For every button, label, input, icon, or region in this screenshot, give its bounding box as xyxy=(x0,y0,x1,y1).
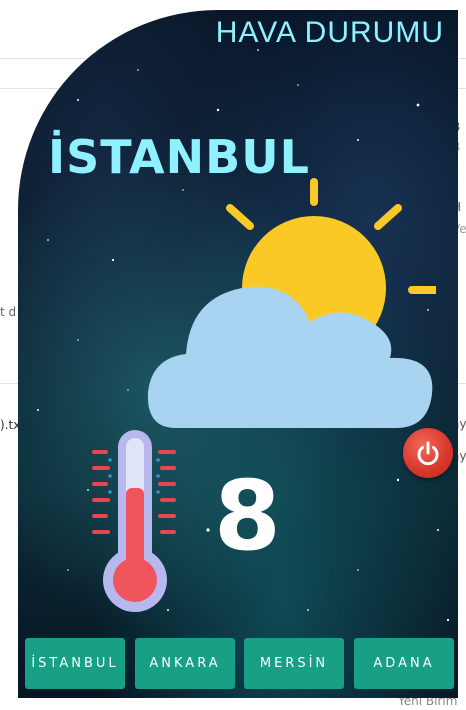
power-icon xyxy=(417,441,439,466)
app-title: HAVA DURUMU xyxy=(215,16,444,49)
temperature-value: 8 xyxy=(214,460,281,572)
city-name: İSTANBUL xyxy=(48,130,310,184)
power-button[interactable] xyxy=(403,428,453,478)
background-text: t d xyxy=(0,305,17,319)
thermometer-icon xyxy=(92,430,176,612)
city-button-mersin[interactable]: MERSİN xyxy=(244,638,344,689)
city-button-ankara[interactable]: ANKARA xyxy=(135,638,235,689)
partly-cloudy-icon xyxy=(147,178,436,428)
city-button-istanbul[interactable]: İSTANBUL xyxy=(25,638,125,689)
city-button-adana[interactable]: ADANA xyxy=(354,638,454,689)
weather-widget: HAVA DURUMU İSTANBUL 8 İSTANBUL ANKARA M… xyxy=(18,10,458,698)
